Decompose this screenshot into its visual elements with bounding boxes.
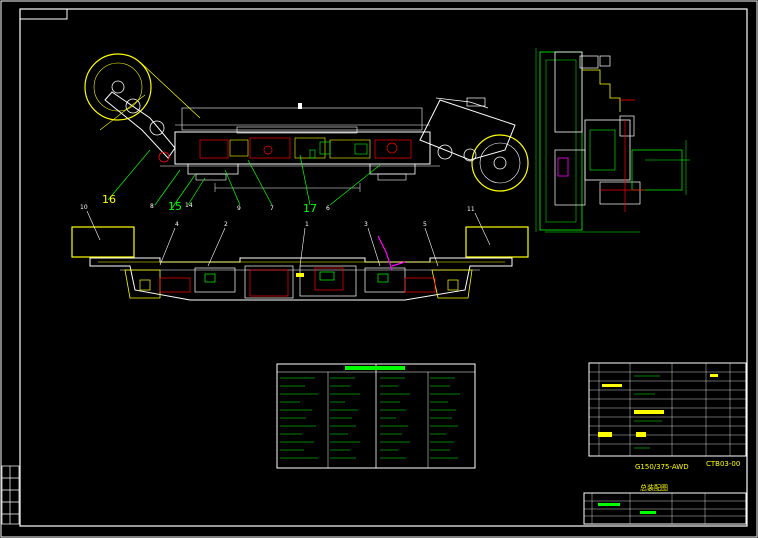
outer-frame (0, 0, 758, 538)
title-block (583, 492, 747, 525)
left-drum-plan (71, 226, 135, 258)
inner-frame (19, 8, 748, 527)
callout-10: 10 (80, 204, 88, 211)
side-elevation-view (84, 53, 529, 209)
callout-5: 5 (423, 221, 427, 228)
callout-15: 15 (168, 200, 182, 213)
end-view (535, 48, 690, 233)
callout-1: 1 (305, 221, 309, 228)
callout-11: 11 (467, 206, 475, 213)
callout-9: 9 (237, 205, 241, 212)
right-drum-plan (465, 226, 529, 258)
margin-binding-strip (1, 465, 20, 525)
plan-view (71, 210, 529, 301)
right-drum-circle (471, 134, 529, 192)
callout-4: 4 (175, 221, 179, 228)
right-parts-table (588, 362, 747, 457)
cad-drawing: 16 8 15 14 9 7 17 6 10 11 4 2 1 3 5 G150… (0, 0, 758, 538)
callout-3: 3 (364, 221, 368, 228)
callout-7: 7 (270, 205, 274, 212)
callout-2: 2 (224, 221, 228, 228)
drawing-code: CTB03-00 (706, 460, 740, 468)
drawing-title: 总装配图 (640, 483, 668, 492)
callout-6: 6 (326, 205, 330, 212)
callout-8: 8 (150, 203, 154, 210)
callout-14: 14 (185, 202, 193, 209)
frame-tag-box (19, 8, 68, 20)
drawing-model: G150/375-AWD (635, 463, 689, 471)
parts-list-table (276, 363, 476, 469)
callout-16: 16 (102, 193, 116, 206)
callout-17: 17 (303, 202, 317, 215)
main-body-outline (174, 131, 431, 165)
